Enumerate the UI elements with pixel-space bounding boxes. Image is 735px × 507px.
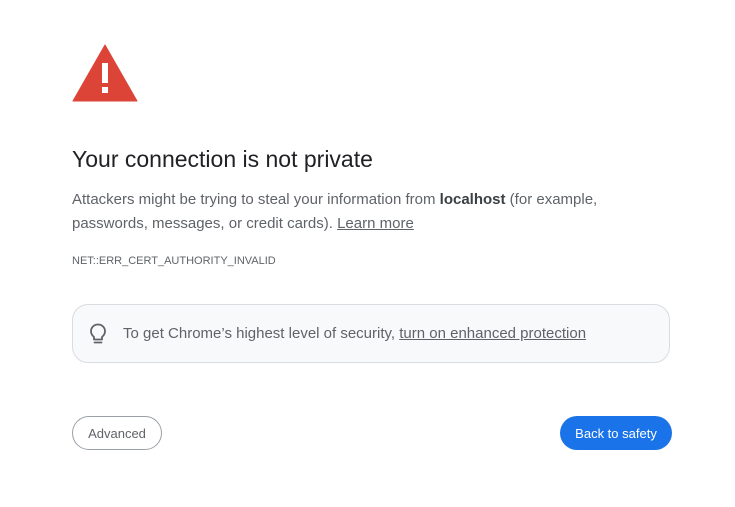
- error-code: NET::ERR_CERT_AUTHORITY_INVALID: [72, 255, 276, 267]
- enhanced-protection-box: To get Chrome’s highest level of securit…: [72, 304, 670, 363]
- lightbulb-icon: [90, 323, 106, 343]
- message-text-start: Attackers might be trying to steal your …: [72, 191, 440, 208]
- advanced-button[interactable]: Advanced: [72, 416, 162, 450]
- back-to-safety-button[interactable]: Back to safety: [560, 416, 672, 450]
- enhanced-protection-label: To get Chrome’s highest level of securit…: [123, 325, 400, 342]
- warning-triangle-icon: [72, 44, 138, 102]
- page-title: Your connection is not private: [72, 146, 373, 172]
- host-name: localhost: [439, 191, 506, 208]
- enhanced-protection-link[interactable]: turn on enhanced protection: [399, 325, 586, 342]
- main-message: Attackers might be trying to steal your …: [72, 188, 632, 236]
- learn-more-link[interactable]: Learn more: [337, 215, 414, 232]
- enhanced-protection-text: To get Chrome’s highest level of securit…: [123, 325, 586, 342]
- interstitial-page: Your connection is not private Attackers…: [0, 0, 735, 507]
